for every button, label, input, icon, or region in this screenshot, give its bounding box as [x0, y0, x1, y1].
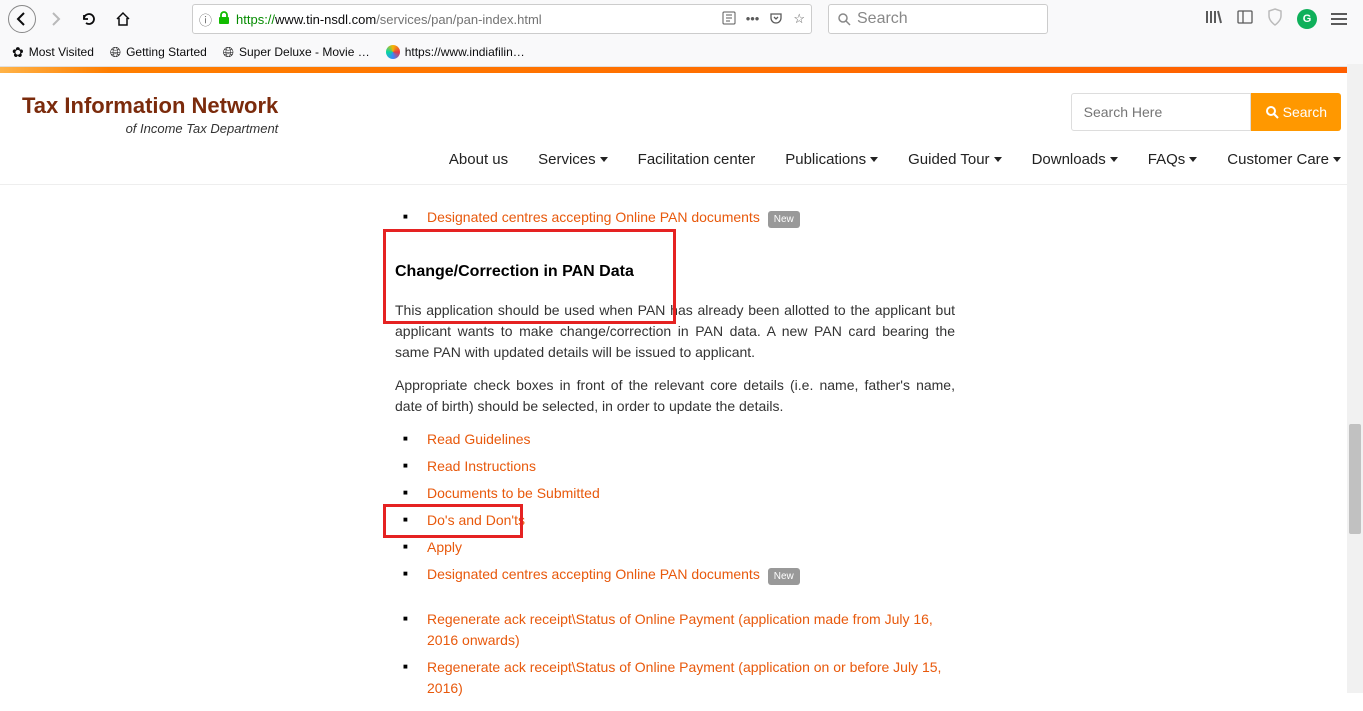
info-icon: ⓘ [199, 10, 212, 29]
search-icon [837, 12, 851, 26]
site-search-input[interactable] [1071, 93, 1251, 131]
site-search-button[interactable]: Search [1251, 93, 1341, 131]
new-badge: New [768, 211, 800, 228]
bookmark-label: Most Visited [29, 45, 94, 59]
shield-icon[interactable] [1267, 8, 1283, 31]
pocket-icon[interactable] [769, 11, 783, 28]
link-designated-centres[interactable]: Designated centres accepting Online PAN … [427, 566, 760, 582]
browser-search-bar[interactable]: Search [828, 4, 1048, 34]
nav-faqs[interactable]: FAQs [1148, 151, 1198, 168]
browser-chrome: ⓘ https://www.tin-nsdl.com/services/pan/… [0, 0, 1363, 67]
bookmark-super-deluxe[interactable]: 🌐︎ Super Deluxe - Movie … [223, 44, 370, 61]
browser-toolbar: ⓘ https://www.tin-nsdl.com/services/pan/… [0, 0, 1363, 38]
site-title: Tax Information Network [22, 93, 278, 119]
list-item: Apply [419, 537, 955, 558]
search-icon [1265, 105, 1279, 119]
reload-button[interactable] [74, 4, 104, 34]
bookmark-star-icon[interactable]: ☆ [793, 11, 805, 28]
nav-facilitation-center[interactable]: Facilitation center [638, 151, 756, 168]
forward-button[interactable] [40, 4, 70, 34]
gear-icon: ✿ [12, 44, 24, 61]
nav-about-us[interactable]: About us [449, 151, 508, 168]
list-item: Read Instructions [419, 456, 955, 477]
nav-customer-care[interactable]: Customer Care [1227, 151, 1341, 168]
list-item: Regenerate ack receipt\Status of Online … [419, 609, 955, 651]
bookmark-label: https://www.indiafilin… [405, 45, 525, 59]
list-item: Do's and Don'ts [419, 510, 955, 531]
chevron-down-icon [1333, 157, 1341, 162]
main-nav: About us Services Facilitation center Pu… [449, 151, 1341, 184]
lock-icon [218, 11, 230, 28]
link-read-guidelines[interactable]: Read Guidelines [427, 431, 531, 447]
reader-mode-icon[interactable] [722, 11, 736, 28]
globe-icon: 🌐︎ [223, 44, 234, 61]
page-actions-icon[interactable]: ••• [746, 11, 760, 28]
bookmark-most-visited[interactable]: ✿ Most Visited [12, 44, 94, 61]
bookmark-getting-started[interactable]: 🌐︎ Getting Started [110, 44, 207, 61]
scrollbar[interactable] [1347, 64, 1363, 693]
list-item: Designated centres accepting Online PAN … [419, 207, 955, 228]
url-text: https://www.tin-nsdl.com/services/pan/pa… [236, 12, 716, 27]
paragraph: This application should be used when PAN… [395, 300, 955, 363]
home-button[interactable] [108, 4, 138, 34]
chevron-down-icon [994, 157, 1002, 162]
toolbar-icons-right: G [1205, 8, 1355, 31]
bookmarks-bar: ✿ Most Visited 🌐︎ Getting Started 🌐︎ Sup… [0, 38, 1363, 66]
bookmark-indiafilin[interactable]: https://www.indiafilin… [386, 45, 525, 59]
link-regenerate-2[interactable]: Regenerate ack receipt\Status of Online … [427, 659, 941, 696]
paragraph: Appropriate check boxes in front of the … [395, 375, 955, 417]
list-item: Documents to be Submitted [419, 483, 955, 504]
chevron-down-icon [1110, 157, 1118, 162]
menu-button[interactable] [1331, 13, 1347, 25]
nav-publications[interactable]: Publications [785, 151, 878, 168]
library-icon[interactable] [1205, 9, 1223, 30]
nav-guided-tour[interactable]: Guided Tour [908, 151, 1001, 168]
link-dos-donts[interactable]: Do's and Don'ts [427, 512, 525, 528]
chevron-down-icon [600, 157, 608, 162]
list-item: Designated centres accepting Online PAN … [419, 564, 955, 585]
link-apply[interactable]: Apply [427, 539, 462, 555]
sidebar-icon[interactable] [1237, 10, 1253, 29]
search-placeholder: Search [857, 10, 908, 28]
globe-icon: 🌐︎ [110, 44, 121, 61]
swirl-icon [386, 45, 400, 59]
back-button[interactable] [8, 5, 36, 33]
link-regenerate-1[interactable]: Regenerate ack receipt\Status of Online … [427, 611, 933, 648]
section-heading: Change/Correction in PAN Data [395, 260, 955, 284]
extension-badge[interactable]: G [1297, 9, 1317, 29]
site-title-block: Tax Information Network of Income Tax De… [22, 93, 278, 184]
list-item: Read Guidelines [419, 429, 955, 450]
content-area: Designated centres accepting Online PAN … [0, 185, 1363, 711]
header-right: Search About us Services Facilitation ce… [278, 93, 1341, 184]
nav-downloads[interactable]: Downloads [1032, 151, 1118, 168]
chevron-down-icon [1189, 157, 1197, 162]
url-bar[interactable]: ⓘ https://www.tin-nsdl.com/services/pan/… [192, 4, 812, 34]
link-read-instructions[interactable]: Read Instructions [427, 458, 536, 474]
site-search: Search [1071, 93, 1341, 131]
content: Designated centres accepting Online PAN … [395, 185, 955, 711]
site-subtitle: of Income Tax Department [22, 121, 278, 136]
nav-services[interactable]: Services [538, 151, 608, 168]
bookmark-label: Getting Started [126, 45, 207, 59]
scroll-thumb[interactable] [1349, 424, 1361, 534]
link-documents-submitted[interactable]: Documents to be Submitted [427, 485, 600, 501]
search-button-label: Search [1283, 104, 1327, 120]
link-designated-centres-top[interactable]: Designated centres accepting Online PAN … [427, 209, 760, 225]
bookmark-label: Super Deluxe - Movie … [239, 45, 370, 59]
site-header: Tax Information Network of Income Tax De… [0, 73, 1363, 185]
new-badge: New [768, 568, 800, 585]
chevron-down-icon [870, 157, 878, 162]
